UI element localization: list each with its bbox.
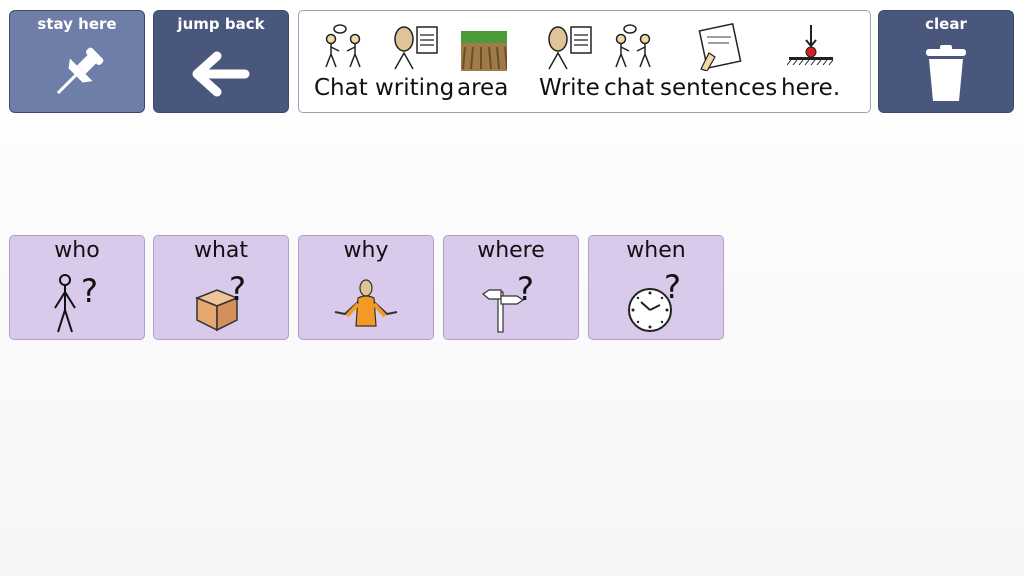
here-symbol-icon: [787, 25, 834, 66]
where-button[interactable]: where ?: [443, 235, 579, 340]
sentence-word: Chat: [314, 75, 368, 101]
trash-icon: [926, 45, 966, 101]
chat-symbol-icon: [615, 24, 651, 68]
clear-button[interactable]: clear: [878, 10, 1014, 113]
sentence-word: area: [457, 75, 509, 101]
jump-back-button[interactable]: jump back: [153, 10, 289, 113]
clear-label: clear: [925, 15, 967, 33]
where-label: where: [477, 238, 545, 263]
pin-icon: [56, 47, 104, 95]
svg-text:?: ?: [229, 272, 246, 308]
stay-here-button[interactable]: stay here: [9, 10, 145, 113]
when-button[interactable]: when ?: [588, 235, 724, 340]
who-button[interactable]: who ?: [9, 235, 145, 340]
what-button[interactable]: what ?: [153, 235, 289, 340]
chat-symbol-icon: [325, 24, 361, 68]
sentence-word: chat: [604, 75, 655, 101]
svg-text:?: ?: [81, 272, 98, 310]
stay-here-label: stay here: [37, 15, 117, 33]
box-question-icon: ?: [194, 272, 246, 332]
svg-text:?: ?: [517, 272, 534, 308]
jump-back-label: jump back: [177, 15, 265, 33]
sentence-page-symbol-icon: [698, 23, 742, 71]
sentence-word: sentences: [660, 75, 778, 101]
clock-question-icon: ?: [628, 272, 681, 332]
sentence-word: writing: [375, 75, 455, 101]
sentence-word: Write: [539, 75, 600, 101]
writing-symbol-icon: [394, 26, 438, 70]
why-label: why: [343, 238, 389, 263]
signpost-question-icon: ?: [481, 272, 534, 333]
field-area-symbol-icon: [461, 31, 507, 71]
why-button[interactable]: why: [298, 235, 434, 340]
message-bar[interactable]: Chat writing area Write chat sentences h…: [298, 10, 871, 113]
shrug-question-icon: [334, 279, 398, 327]
write-symbol-icon: [548, 26, 592, 70]
person-question-icon: ?: [54, 272, 98, 333]
when-label: when: [626, 238, 686, 263]
svg-text:?: ?: [664, 272, 681, 306]
what-label: what: [193, 238, 249, 263]
arrow-left-icon: [192, 51, 250, 97]
who-label: who: [54, 238, 100, 263]
sentence-word: here.: [781, 75, 841, 101]
